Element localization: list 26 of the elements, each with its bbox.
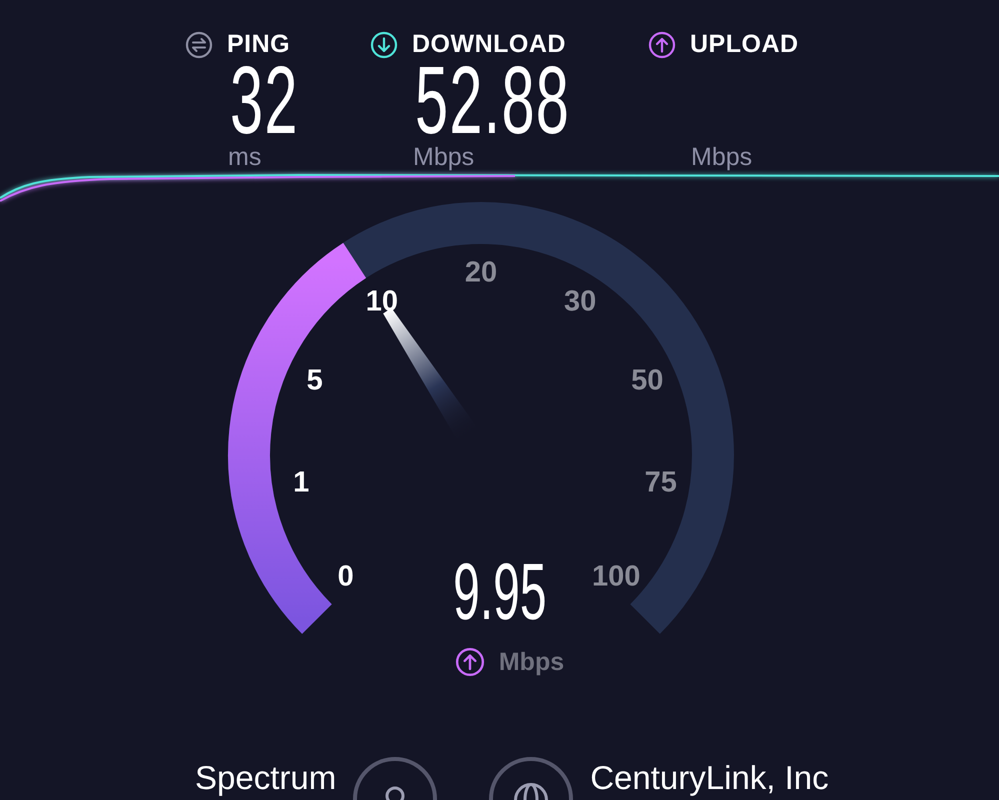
- globe-icon: [514, 783, 548, 800]
- metric-label: UPLOAD: [690, 30, 799, 59]
- gauge-tick-label: 1: [293, 466, 310, 500]
- gauge-tick-label: 20: [464, 256, 498, 290]
- metric-unit: Mbps: [691, 143, 754, 171]
- gauge-tick-label: 10: [366, 286, 398, 319]
- server-name: CenturyLink, Inc: [590, 758, 829, 798]
- gauge-tick-label: 75: [644, 466, 677, 500]
- metric-value: 52.88: [415, 59, 570, 143]
- upload-icon: [648, 30, 676, 58]
- gauge-tick-label: 50: [631, 364, 664, 398]
- current-speed: 9.95: [452, 557, 546, 627]
- metric-unit: Mbps: [413, 143, 476, 171]
- download-icon: [370, 30, 398, 58]
- gauge-tick-label: 5: [306, 364, 323, 398]
- metric-unit: ms: [228, 143, 262, 171]
- provider-name: Spectrum: [195, 758, 336, 798]
- metric-label: DOWNLOAD: [412, 30, 566, 59]
- speed-unit: Mbps: [498, 648, 564, 676]
- metric-value: 32: [230, 59, 299, 143]
- upload-icon: [454, 647, 485, 677]
- ping-icon: [185, 30, 213, 58]
- gauge-tick-label: 0: [338, 560, 354, 594]
- metric-label: PING: [227, 30, 290, 59]
- gauge-tick-label: 100: [592, 560, 640, 594]
- gauge-tick-label: 30: [564, 286, 596, 319]
